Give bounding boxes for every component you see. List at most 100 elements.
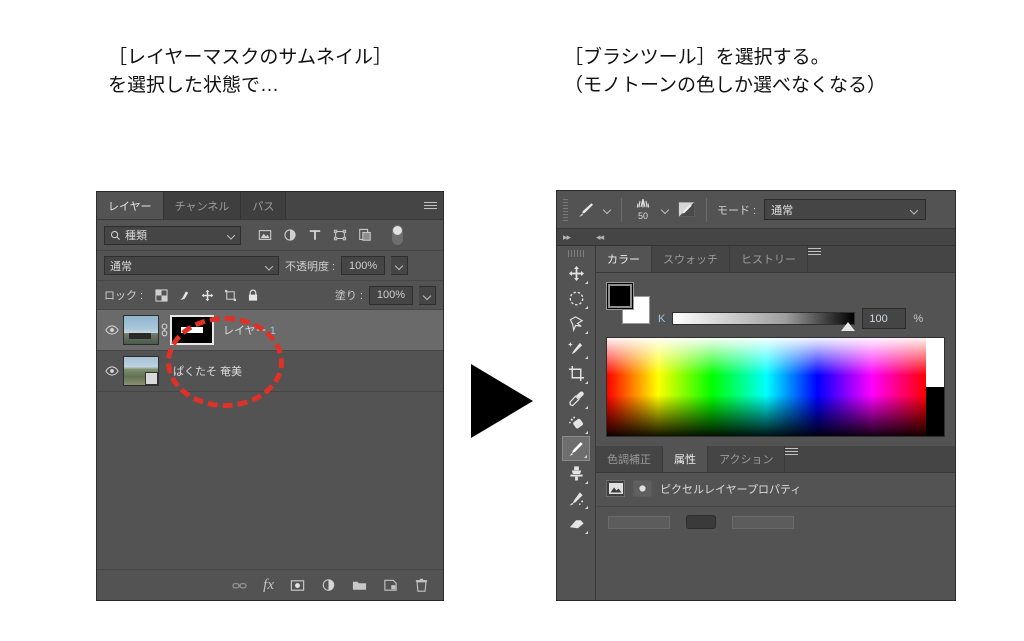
pixel-layer-icon[interactable]	[606, 480, 625, 497]
fill-label: 塗り :	[334, 290, 363, 302]
type-filter-icon[interactable]	[308, 228, 322, 242]
crop-tool[interactable]	[562, 361, 590, 386]
lock-all-icon[interactable]	[247, 289, 259, 302]
caption-left: ［レイヤーマスクのサムネイル］ を選択した状態で…	[108, 47, 393, 96]
color-spectrum-ramp[interactable]	[606, 337, 945, 437]
tab-color[interactable]: カラー	[596, 246, 652, 272]
color-panel-menu-button[interactable]	[808, 246, 821, 272]
lock-position-icon[interactable]	[201, 289, 214, 302]
table-row[interactable]: ぱくたそ 奄美	[97, 351, 443, 392]
move-tool[interactable]	[562, 261, 590, 286]
layers-panel-menu-button[interactable]	[424, 192, 437, 219]
chevron-down-icon[interactable]	[662, 206, 669, 213]
blend-mode-value: 通常	[110, 260, 132, 273]
eyedropper-tool[interactable]	[562, 386, 590, 411]
layer-mask-thumbnail[interactable]	[170, 315, 214, 345]
expand-panels-icon[interactable]: ▸▸	[563, 232, 571, 243]
link-icon[interactable]	[159, 323, 170, 337]
new-layer-icon[interactable]	[383, 578, 398, 593]
k-slider-thumb[interactable]	[841, 322, 856, 331]
marquee-tool[interactable]	[562, 286, 590, 311]
tools-palette-grip[interactable]	[568, 250, 584, 257]
tab-history[interactable]: ヒストリー	[730, 246, 808, 272]
lock-icon-group	[155, 288, 259, 302]
tab-paths[interactable]: パス	[241, 192, 287, 219]
property-field-right[interactable]	[732, 515, 794, 529]
landscape-photo-thumbnail[interactable]	[123, 356, 159, 386]
hamburger-menu-icon	[424, 200, 437, 211]
brush-settings-panel-icon[interactable]	[677, 200, 696, 219]
black-swatch[interactable]	[926, 387, 944, 436]
k-slider-track[interactable]	[672, 312, 856, 331]
fill-stepper[interactable]	[419, 285, 436, 305]
eraser-tool[interactable]	[562, 511, 590, 536]
filter-toggle-switch[interactable]	[392, 225, 403, 245]
adjustment-filter-icon[interactable]	[283, 228, 297, 242]
color-panel: K 100 %	[596, 273, 955, 337]
properties-panel-menu-button[interactable]	[785, 446, 799, 472]
brush-preset-picker[interactable]: 50	[632, 198, 654, 221]
tab-adjustments[interactable]: 色調補正	[596, 446, 663, 472]
foreground-color-swatch[interactable]	[606, 282, 634, 310]
tool-corner-icon	[585, 481, 588, 484]
lock-artboard-icon[interactable]	[224, 289, 237, 302]
layer-name[interactable]: ぱくたそ 奄美	[173, 363, 242, 379]
spectrum-gradient[interactable]	[607, 338, 926, 436]
spectrum-black-white-swatches[interactable]	[926, 338, 944, 436]
mask-icon[interactable]	[633, 480, 652, 497]
layer-filter-kind-select[interactable]: 種類	[104, 225, 241, 245]
chevron-down-icon	[911, 206, 918, 213]
eye-icon[interactable]	[101, 366, 123, 376]
hamburger-menu-icon	[785, 446, 799, 457]
tab-layers-label: レイヤー	[108, 200, 152, 213]
tab-actions-label: アクション	[719, 454, 774, 466]
brush-mode-select[interactable]: 通常	[764, 199, 927, 220]
fx-icon[interactable]: fx	[263, 577, 274, 594]
healing-brush-tool[interactable]	[562, 411, 590, 436]
history-brush-tool[interactable]	[562, 486, 590, 511]
shape-filter-icon[interactable]	[333, 228, 347, 242]
tab-layers[interactable]: レイヤー	[97, 192, 164, 219]
fill-input[interactable]: 100%	[369, 285, 413, 305]
k-value-input[interactable]: 100	[862, 308, 907, 329]
layer-lock-row: ロック : 塗り : 100%	[97, 281, 443, 310]
tab-actions[interactable]: アクション	[708, 446, 786, 472]
blend-mode-select[interactable]: 通常	[104, 256, 279, 275]
photoshop-right-workspace: 50 モード : 通常 ▸▸ ◂◂ カラー スウォッチ ヒストリー K 100 …	[556, 190, 956, 601]
lock-label: ロック :	[104, 290, 144, 302]
layer-name[interactable]: レイヤー 1	[223, 322, 276, 338]
tab-swatches[interactable]: スウォッチ	[652, 246, 730, 272]
tab-channels[interactable]: チャンネル	[163, 192, 242, 219]
options-bar-grip[interactable]	[563, 198, 568, 221]
lasso-tool[interactable]	[562, 311, 590, 336]
quick-selection-tool[interactable]	[562, 336, 590, 361]
sky-photo-thumbnail[interactable]	[123, 315, 159, 345]
brush-size-value: 50	[637, 211, 648, 221]
collapse-panels-icon[interactable]: ◂◂	[596, 232, 604, 243]
chevron-down-icon[interactable]	[604, 206, 611, 213]
brush-tool-icon[interactable]	[576, 200, 596, 220]
opacity-input[interactable]: 100%	[341, 256, 386, 275]
opacity-stepper[interactable]	[391, 256, 409, 275]
delete-layer-icon[interactable]	[414, 578, 429, 593]
smart-object-filter-icon[interactable]	[358, 228, 372, 242]
clone-stamp-tool[interactable]	[562, 461, 590, 486]
property-field-center[interactable]	[686, 515, 716, 529]
property-field-left[interactable]	[608, 515, 670, 529]
layer-name-text: レイヤー	[223, 325, 270, 337]
link-layers-icon[interactable]	[232, 578, 247, 593]
lock-transparent-icon[interactable]	[155, 288, 168, 302]
eye-icon[interactable]	[101, 325, 123, 335]
brush-tool[interactable]	[562, 436, 590, 461]
add-mask-icon[interactable]	[290, 578, 305, 593]
table-row[interactable]: レイヤー 1	[97, 310, 443, 351]
tab-properties[interactable]: 属性	[663, 446, 708, 472]
adjustment-layer-icon[interactable]	[321, 578, 336, 593]
lock-image-icon[interactable]	[178, 289, 191, 302]
white-swatch[interactable]	[926, 338, 944, 387]
tool-options-bar: 50 モード : 通常	[557, 191, 955, 229]
opacity-label: 不透明度 :	[285, 260, 336, 273]
caption-right: ［ブラシツール］を選択する。 （モノトーンの色しか選べなくなる）	[564, 47, 887, 96]
pixel-filter-icon[interactable]	[258, 228, 272, 242]
new-group-icon[interactable]	[352, 578, 367, 593]
